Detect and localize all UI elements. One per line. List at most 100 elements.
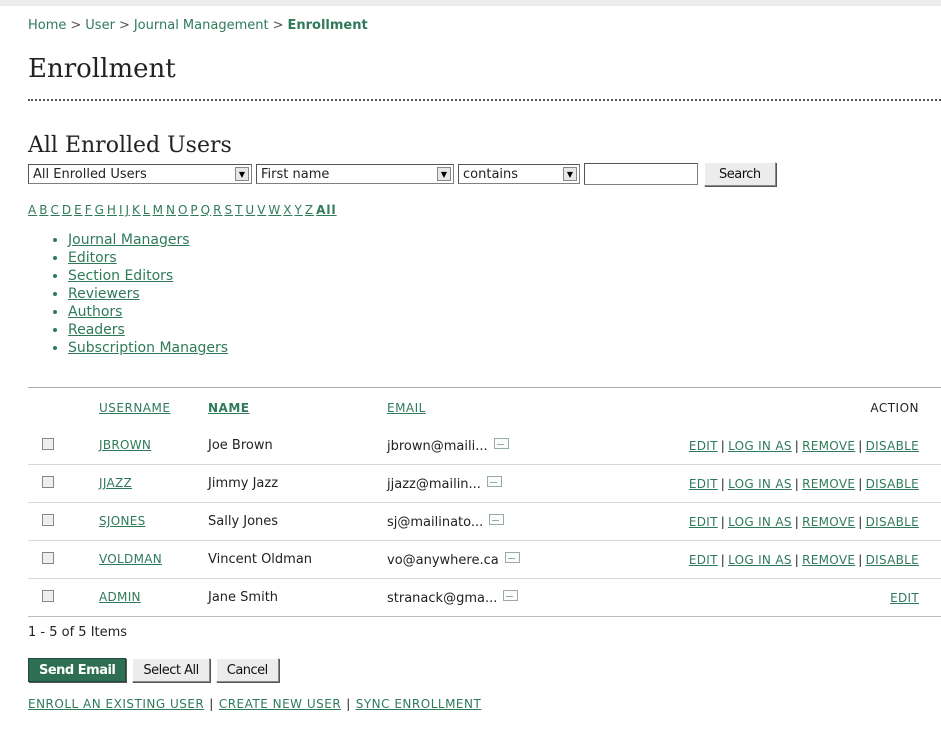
- role-link-section-editors[interactable]: Section Editors: [68, 268, 173, 284]
- log-in-as-link[interactable]: LOG IN AS: [728, 439, 792, 453]
- username-link[interactable]: JBROWN: [99, 438, 151, 452]
- row-checkbox[interactable]: [42, 437, 54, 450]
- letter-link-d[interactable]: D: [62, 203, 72, 217]
- breadcrumb-separator: >: [118, 18, 130, 33]
- disable-link[interactable]: DISABLE: [866, 553, 919, 567]
- email-icon[interactable]: [486, 475, 502, 487]
- row-checkbox[interactable]: [42, 513, 54, 526]
- action-column-header: ACTION: [870, 400, 919, 415]
- sort-by-username[interactable]: USERNAME: [99, 401, 170, 415]
- letter-link-all[interactable]: All: [316, 203, 337, 217]
- username-link[interactable]: ADMIN: [99, 590, 141, 604]
- letter-link-b[interactable]: B: [39, 203, 48, 217]
- sort-by-email[interactable]: EMAIL: [387, 401, 426, 415]
- letter-link-o[interactable]: O: [178, 203, 188, 217]
- role-link-editors[interactable]: Editors: [68, 250, 117, 266]
- role-link-reviewers[interactable]: Reviewers: [68, 286, 140, 302]
- row-checkbox[interactable]: [42, 551, 54, 564]
- create-new-user-link[interactable]: CREATE NEW USER: [219, 697, 341, 711]
- edit-link[interactable]: EDIT: [890, 591, 919, 605]
- letter-link-w[interactable]: W: [268, 203, 281, 217]
- disable-link[interactable]: DISABLE: [866, 515, 919, 529]
- edit-link[interactable]: EDIT: [689, 553, 718, 567]
- disable-link[interactable]: DISABLE: [866, 439, 919, 453]
- letter-link-t[interactable]: T: [235, 203, 243, 217]
- search-input[interactable]: [584, 163, 698, 185]
- username-link[interactable]: JJAZZ: [99, 476, 132, 490]
- letter-link-c[interactable]: C: [50, 203, 59, 217]
- match-select[interactable]: contains ▼: [458, 164, 580, 184]
- letter-link-i[interactable]: I: [119, 203, 124, 217]
- breadcrumb-journal-management[interactable]: Journal Management: [134, 18, 269, 33]
- row-checkbox[interactable]: [42, 475, 54, 488]
- letter-link-g[interactable]: G: [95, 203, 105, 217]
- log-in-as-link[interactable]: LOG IN AS: [728, 553, 792, 567]
- role-link-journal-managers[interactable]: Journal Managers: [68, 232, 190, 248]
- log-in-as-link[interactable]: LOG IN AS: [728, 515, 792, 529]
- edit-link[interactable]: EDIT: [689, 515, 718, 529]
- username-link[interactable]: VOLDMAN: [99, 552, 162, 566]
- letter-link-x[interactable]: X: [283, 203, 292, 217]
- enroll-existing-user-link[interactable]: ENROLL AN EXISTING USER: [28, 697, 204, 711]
- role-link-authors[interactable]: Authors: [68, 304, 122, 320]
- letter-link-p[interactable]: P: [190, 203, 198, 217]
- letter-link-r[interactable]: R: [213, 203, 222, 217]
- list-item: Subscription Managers: [68, 339, 941, 357]
- main-content: Home > User > Journal Management > Enrollment …: [28, 18, 941, 711]
- select-all-button[interactable]: Select All: [132, 658, 210, 682]
- breadcrumb-user[interactable]: User: [85, 18, 115, 33]
- letter-link-y[interactable]: Y: [295, 203, 303, 217]
- table-row: ADMIN Jane Smith stranack@gma... EDIT: [28, 578, 941, 616]
- sync-enrollment-link[interactable]: SYNC ENROLLMENT: [356, 697, 482, 711]
- role-link-readers[interactable]: Readers: [68, 322, 125, 338]
- email-icon[interactable]: [503, 589, 519, 601]
- letter-link-a[interactable]: A: [28, 203, 37, 217]
- match-select-value: contains: [463, 166, 519, 182]
- email-icon[interactable]: [493, 437, 509, 449]
- letter-link-f[interactable]: F: [85, 203, 93, 217]
- letter-link-l[interactable]: L: [143, 203, 151, 217]
- user-name: Jimmy Jazz: [207, 464, 386, 503]
- letter-link-u[interactable]: U: [245, 203, 255, 217]
- cancel-button[interactable]: Cancel: [215, 658, 279, 682]
- breadcrumb-current: Enrollment: [287, 18, 368, 33]
- disable-link[interactable]: DISABLE: [866, 477, 919, 491]
- remove-link[interactable]: REMOVE: [802, 553, 855, 567]
- log-in-as-link[interactable]: LOG IN AS: [728, 477, 792, 491]
- letter-link-z[interactable]: Z: [305, 203, 314, 217]
- letter-link-h[interactable]: H: [107, 203, 117, 217]
- letter-link-v[interactable]: V: [257, 203, 266, 217]
- letter-link-n[interactable]: N: [166, 203, 176, 217]
- chevron-down-icon: ▼: [235, 167, 249, 181]
- edit-link[interactable]: EDIT: [689, 439, 718, 453]
- user-email: jjazz@mailin...: [387, 476, 481, 492]
- breadcrumb-home[interactable]: Home: [28, 18, 66, 33]
- remove-link[interactable]: REMOVE: [802, 515, 855, 529]
- search-filters: All Enrolled Users ▼ First name ▼ contai…: [28, 162, 941, 186]
- email-icon[interactable]: [504, 551, 520, 563]
- edit-link[interactable]: EDIT: [689, 477, 718, 491]
- letter-link-k[interactable]: K: [132, 203, 141, 217]
- role-link-subscription-managers[interactable]: Subscription Managers: [68, 340, 228, 356]
- letter-link-j[interactable]: J: [125, 203, 130, 217]
- row-checkbox[interactable]: [42, 589, 54, 602]
- search-button[interactable]: Search: [704, 162, 776, 186]
- checkbox-column-header: [28, 388, 98, 427]
- letter-link-m[interactable]: M: [153, 203, 164, 217]
- remove-link[interactable]: REMOVE: [802, 477, 855, 491]
- breadcrumb-separator: >: [70, 18, 82, 33]
- username-link[interactable]: SJONES: [99, 514, 146, 528]
- sort-by-name[interactable]: NAME: [208, 401, 249, 415]
- letter-link-s[interactable]: S: [224, 203, 233, 217]
- letter-link-q[interactable]: Q: [201, 203, 211, 217]
- email-icon[interactable]: [489, 513, 505, 525]
- role-filter-select[interactable]: All Enrolled Users ▼: [28, 164, 252, 184]
- send-email-button[interactable]: Send Email: [28, 658, 127, 682]
- user-email: stranack@gma...: [387, 590, 498, 606]
- email-column-header: EMAIL: [386, 388, 568, 427]
- remove-link[interactable]: REMOVE: [802, 439, 855, 453]
- bulk-action-buttons: Send Email Select All Cancel: [28, 657, 941, 683]
- letter-link-e[interactable]: E: [74, 203, 83, 217]
- user-name: Sally Jones: [207, 502, 386, 541]
- field-select[interactable]: First name ▼: [256, 164, 454, 184]
